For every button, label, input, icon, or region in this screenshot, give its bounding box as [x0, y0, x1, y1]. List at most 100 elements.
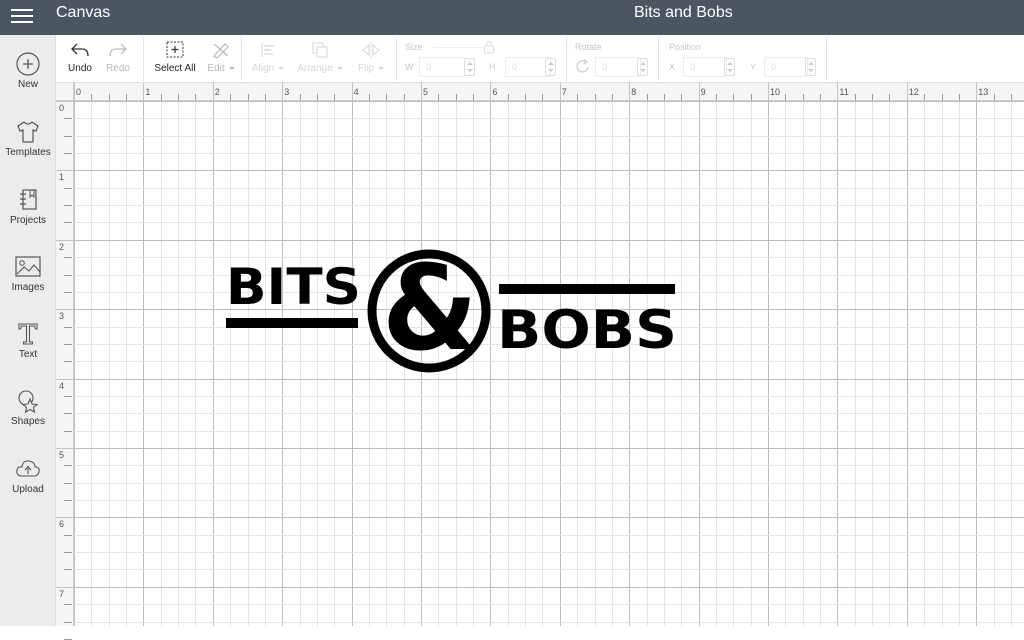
ruler-v-label: 6: [59, 519, 65, 530]
arrange-group: Align Arrange Flip: [242, 37, 397, 81]
design-text-bits[interactable]: BITS: [226, 258, 361, 316]
flip-dropdown[interactable]: Flip: [352, 41, 390, 74]
ruler-h-major-tick: [213, 83, 214, 101]
ruler-h-tick: [508, 94, 509, 100]
ruler-h-tick: [785, 94, 786, 100]
hamburger-menu-icon[interactable]: [11, 6, 33, 26]
ruler-v-label: 2: [59, 241, 65, 252]
width-stepper[interactable]: [464, 58, 475, 76]
ruler-h-tick: [265, 94, 266, 100]
ruler-h-tick: [161, 94, 162, 100]
ruler-v-tick: [64, 257, 72, 258]
sidebar-item-images[interactable]: Images: [0, 254, 56, 316]
undo-icon: [71, 43, 89, 57]
lock-icon[interactable]: [483, 40, 495, 54]
ruler-h-label: 4: [353, 87, 359, 97]
ruler-v-major-tick: [56, 240, 74, 241]
ruler-h-label: 8: [631, 87, 637, 97]
ruler-h-tick: [369, 94, 370, 100]
tshirt-icon: [17, 121, 39, 143]
ruler-h-tick: [404, 94, 405, 100]
ruler-h-tick: [681, 94, 682, 100]
sidebar-item-text[interactable]: Text: [0, 321, 56, 383]
x-position-input[interactable]: 0: [683, 57, 727, 77]
project-title[interactable]: Bits and Bobs: [634, 4, 733, 22]
size-group: Size W 0 H 0: [397, 37, 567, 81]
ruler-h-tick: [872, 94, 873, 100]
design-text-bobs[interactable]: BOBS: [497, 300, 677, 361]
design-ampersand[interactable]: &: [382, 239, 478, 377]
ruler-v-tick: [64, 188, 72, 189]
height-stepper[interactable]: [545, 58, 556, 76]
chevron-down-icon: [278, 66, 285, 70]
ruler-h-tick: [942, 94, 943, 100]
chevron-down-icon: [336, 66, 343, 70]
sidebar-item-shapes[interactable]: Shapes: [0, 388, 56, 450]
flip-label: Flip: [357, 63, 375, 74]
rotate-input[interactable]: 0: [595, 57, 641, 77]
ruler-v-tick: [64, 222, 72, 223]
select-all-button[interactable]: Select All: [152, 41, 198, 74]
bits-and-bobs-design[interactable]: BITS & BOBS: [74, 101, 1024, 626]
ruler-v-major-tick: [56, 448, 74, 449]
design-canvas[interactable]: BITS & BOBS: [74, 101, 1024, 626]
notebook-icon: [20, 189, 37, 210]
rotate-group: Rotate 0: [567, 37, 659, 81]
sidebar-item-projects[interactable]: Projects: [0, 187, 56, 249]
ruler-h-major-tick: [976, 83, 977, 101]
ruler-v-tick: [64, 535, 72, 536]
ruler-h-tick: [959, 94, 960, 100]
ruler-corner: [56, 83, 74, 101]
edit-dropdown[interactable]: Edit: [204, 41, 238, 74]
ruler-v-major-tick: [56, 170, 74, 171]
ruler-v-tick: [64, 413, 72, 414]
ruler-v-tick: [64, 205, 72, 206]
ruler-h-tick: [647, 94, 648, 100]
ruler-v-tick: [64, 396, 72, 397]
ruler-h-tick: [126, 94, 127, 100]
ruler-h-tick: [924, 94, 925, 100]
sidebar-item-new[interactable]: New: [0, 51, 56, 113]
ruler-h-tick: [855, 94, 856, 100]
history-group: Undo Redo: [56, 37, 144, 81]
sidebar-item-label: New: [17, 79, 38, 90]
ruler-h-major-tick: [560, 83, 561, 101]
ruler-h-label: 10: [770, 87, 781, 97]
align-icon: [261, 43, 274, 57]
ruler-h-tick: [542, 94, 543, 100]
arrange-dropdown[interactable]: Arrange: [294, 41, 346, 74]
sidebar-item-label: Shapes: [11, 416, 45, 427]
position-group: Position X 0 Y 0: [659, 37, 827, 81]
ruler-v-tick: [64, 500, 72, 501]
ruler-h-tick: [820, 94, 821, 100]
sidebar-item-upload[interactable]: Upload: [0, 456, 56, 518]
y-position-stepper[interactable]: [805, 58, 816, 76]
x-position-stepper[interactable]: [724, 58, 735, 76]
width-input[interactable]: 0: [419, 57, 465, 77]
ruler-h-major-tick: [421, 83, 422, 101]
redo-button[interactable]: Redo: [102, 41, 134, 74]
ruler-h-tick: [1011, 94, 1012, 100]
design-overline-right: [499, 284, 675, 294]
ruler-h-label: 5: [423, 87, 429, 97]
sidebar-item-templates[interactable]: Templates: [0, 119, 56, 181]
select-all-icon: [166, 41, 184, 58]
ruler-h-label: 2: [214, 87, 220, 97]
rotate-label: Rotate: [575, 42, 602, 52]
undo-button[interactable]: Undo: [64, 41, 96, 74]
rotate-stepper[interactable]: [637, 58, 648, 76]
ruler-h-tick: [91, 94, 92, 100]
ruler-v-tick: [64, 327, 72, 328]
ruler-h-tick: [300, 94, 301, 100]
ruler-h-tick: [525, 94, 526, 100]
select-all-label: Select All: [154, 63, 196, 74]
ruler-h-major-tick: [768, 83, 769, 101]
vertical-ruler: 0 1 2 3 4 5 6 7: [56, 101, 74, 640]
ruler-v-label: 4: [59, 380, 65, 391]
redo-icon: [109, 43, 127, 57]
ruler-h-tick: [994, 94, 995, 100]
align-dropdown[interactable]: Align: [248, 41, 288, 74]
ruler-v-label: 0: [59, 103, 65, 113]
y-position-input[interactable]: 0: [764, 57, 808, 77]
ruler-h-label: 9: [700, 87, 706, 97]
